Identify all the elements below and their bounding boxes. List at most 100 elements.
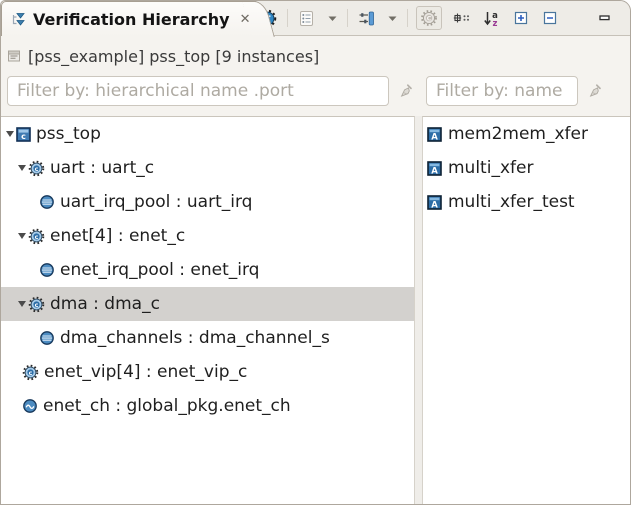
tree-item-label: dma : dma_c bbox=[50, 294, 160, 314]
window-buttons bbox=[596, 1, 630, 35]
svg-text:c: c bbox=[35, 233, 39, 240]
close-icon[interactable]: ✕ bbox=[240, 12, 251, 27]
dropdown-arrow-icon bbox=[328, 15, 337, 22]
list-filter-input[interactable] bbox=[426, 76, 578, 106]
expander-arrow-icon[interactable] bbox=[3, 117, 16, 151]
verification-hierarchy-view: Verification Hierarchy ✕ TCaz [pss_examp… bbox=[0, 0, 631, 505]
tree-item-label: enet[4] : enet_c bbox=[50, 226, 186, 246]
pool-icon bbox=[39, 262, 55, 278]
ports-icon bbox=[453, 11, 470, 25]
sliders-icon bbox=[358, 10, 375, 27]
tree-row[interactable]: uart_irq_pool : uart_irq bbox=[1, 185, 414, 219]
toolbar-group bbox=[356, 8, 399, 29]
svg-text:C: C bbox=[427, 14, 432, 22]
svg-text:A: A bbox=[431, 132, 438, 142]
hierarchy-icon bbox=[10, 11, 27, 28]
tab-title: Verification Hierarchy bbox=[33, 9, 230, 29]
tree-item-label: pss_top bbox=[36, 124, 101, 144]
tree-row[interactable]: enet_irq_pool : enet_irq bbox=[1, 253, 414, 287]
toolbar-group: Caz bbox=[416, 6, 560, 30]
tree-row[interactable]: c uart : uart_c bbox=[1, 151, 414, 185]
tree-item-label: enet_irq_pool : enet_irq bbox=[60, 260, 260, 280]
expander-arrow-icon[interactable] bbox=[15, 287, 28, 321]
hierarchy-root-header: [pss_example] pss_top [9 instances] bbox=[1, 36, 630, 76]
view-tab-strip: Verification Hierarchy ✕ TCaz bbox=[1, 1, 630, 36]
clear-tree-filter-button[interactable] bbox=[398, 83, 414, 99]
expander-arrow-icon[interactable] bbox=[15, 219, 28, 253]
gear-c-icon: c bbox=[28, 160, 45, 177]
svg-text:c: c bbox=[35, 301, 39, 308]
expander-arrow-icon[interactable] bbox=[15, 151, 28, 185]
list-item-label: multi_xfer bbox=[448, 158, 534, 178]
channel-icon bbox=[22, 398, 38, 414]
toolbar-separator bbox=[287, 9, 289, 27]
tree-item-label: uart_irq_pool : uart_irq bbox=[60, 192, 253, 212]
pool-icon bbox=[39, 194, 55, 210]
pool-icon bbox=[39, 330, 55, 346]
component-icon: c bbox=[16, 126, 31, 142]
tree-row[interactable]: enet_ch : global_pkg.enet_ch bbox=[1, 389, 414, 423]
svg-text:A: A bbox=[431, 166, 438, 176]
tree-row[interactable]: c dma : dma_c bbox=[1, 287, 414, 321]
svg-text:c: c bbox=[35, 165, 39, 172]
gear-c-icon: c bbox=[22, 364, 39, 381]
minimize-icon bbox=[598, 12, 612, 24]
module-icon bbox=[7, 49, 21, 63]
svg-text:c: c bbox=[29, 369, 33, 376]
svg-text:A: A bbox=[431, 200, 438, 210]
tree-filter-input[interactable] bbox=[7, 76, 389, 106]
filter-row bbox=[1, 76, 630, 116]
gear-c-icon: c bbox=[28, 228, 45, 245]
view-filters-button[interactable] bbox=[356, 8, 377, 29]
action-icon: A bbox=[427, 126, 442, 142]
tree-row[interactable]: dma_channels : dma_channel_s bbox=[1, 321, 414, 355]
tree-filter-group bbox=[1, 76, 414, 106]
component-mode-toggle: C bbox=[416, 6, 443, 30]
action-icon: A bbox=[427, 160, 442, 176]
list-filter-group bbox=[414, 76, 630, 106]
sort-az-icon: az bbox=[483, 10, 500, 27]
root-label: [pss_example] pss_top [9 instances] bbox=[28, 46, 320, 66]
show-ports-button[interactable] bbox=[451, 9, 472, 27]
toolbar-group bbox=[296, 8, 339, 29]
checklist-icon bbox=[298, 10, 315, 27]
action-icon: A bbox=[427, 194, 442, 210]
view-toolbar: TCaz bbox=[256, 1, 572, 35]
broom-icon bbox=[587, 83, 603, 99]
tree-row[interactable]: c enet_vip[4] : enet_vip_c bbox=[1, 355, 414, 389]
outline-view-button[interactable] bbox=[296, 8, 317, 29]
gear-c-disabled-icon: C bbox=[420, 9, 438, 27]
svg-text:z: z bbox=[493, 19, 498, 27]
tree-item-label: enet_vip[4] : enet_vip_c bbox=[44, 362, 248, 382]
actions-list-panel: Amem2mem_xfer Amulti_xfer Amulti_xfer_test bbox=[422, 116, 630, 504]
tree-row[interactable]: c enet[4] : enet_c bbox=[1, 219, 414, 253]
list-item[interactable]: Amem2mem_xfer bbox=[423, 117, 630, 151]
tree-item-label: dma_channels : dma_channel_s bbox=[60, 328, 330, 348]
svg-text:c: c bbox=[21, 132, 26, 141]
hierarchy-tree-panel: c pss_top c uart : uart_c uart_irq_pool : ua… bbox=[1, 116, 415, 504]
split-content: c pss_top c uart : uart_c uart_irq_pool : ua… bbox=[1, 116, 630, 504]
dropdown-arrow-icon bbox=[388, 15, 397, 22]
expand-all-icon bbox=[513, 10, 529, 26]
list-item[interactable]: Amulti_xfer_test bbox=[423, 185, 630, 219]
tree-item-label: enet_ch : global_pkg.enet_ch bbox=[43, 396, 291, 416]
minimize-view-button[interactable] bbox=[596, 10, 614, 26]
view-filters-menu-button[interactable] bbox=[386, 13, 399, 24]
list-item-label: mem2mem_xfer bbox=[448, 124, 588, 144]
gear-c-icon: c bbox=[28, 296, 45, 313]
tree-row[interactable]: c pss_top bbox=[1, 117, 414, 151]
collapse-all-icon bbox=[542, 10, 558, 26]
toolbar-separator bbox=[347, 9, 349, 27]
splitter-sash[interactable] bbox=[415, 116, 422, 504]
list-item-label: multi_xfer_test bbox=[448, 192, 575, 212]
broom-icon bbox=[398, 83, 414, 99]
collapse-all-button[interactable] bbox=[540, 8, 560, 28]
tree-item-label: uart : uart_c bbox=[50, 158, 155, 178]
tab-verification-hierarchy[interactable]: Verification Hierarchy ✕ bbox=[1, 1, 257, 36]
list-item[interactable]: Amulti_xfer bbox=[423, 151, 630, 185]
clear-list-filter-button[interactable] bbox=[587, 83, 603, 99]
sort-alphabetical-button[interactable]: az bbox=[481, 8, 502, 29]
outline-menu-button[interactable] bbox=[326, 13, 339, 24]
toolbar-separator bbox=[407, 9, 409, 27]
expand-all-button[interactable] bbox=[511, 8, 531, 28]
